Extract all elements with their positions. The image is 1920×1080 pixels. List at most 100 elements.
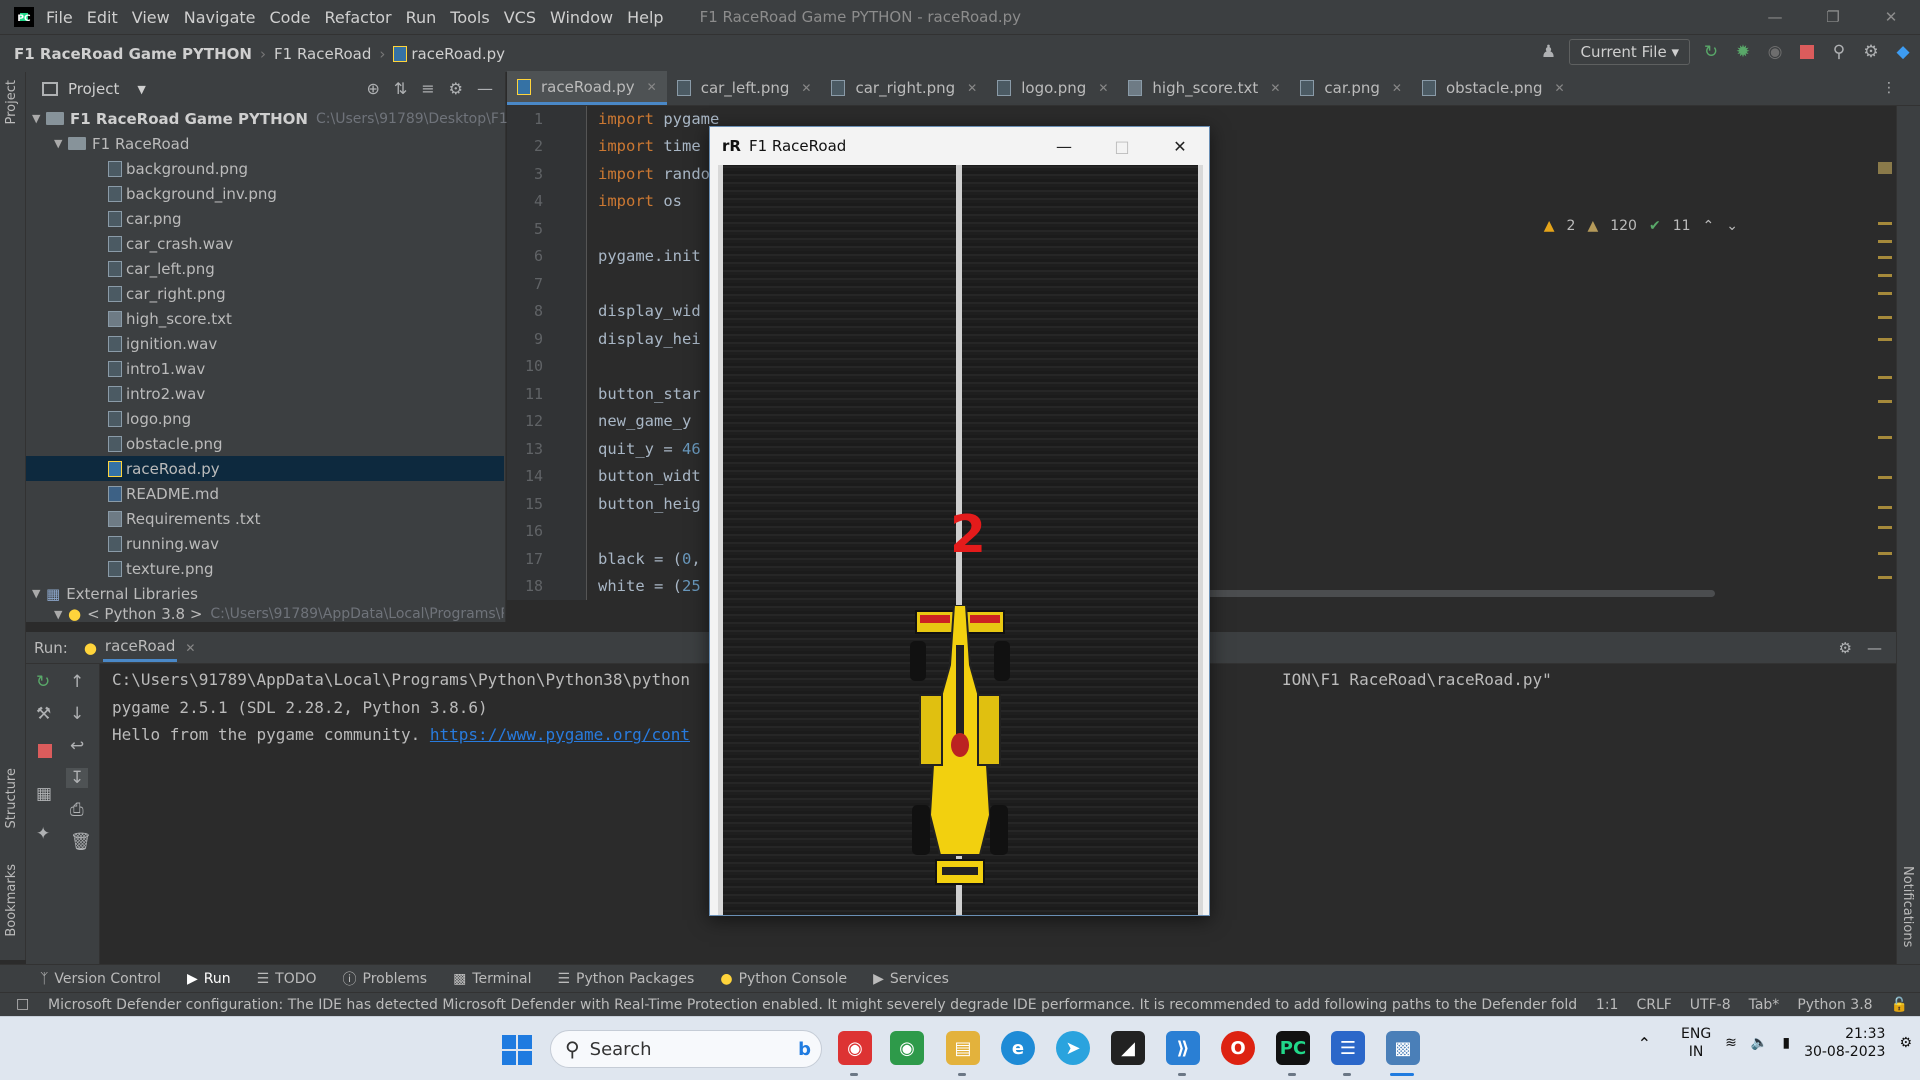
stripe-marker[interactable] [1878,316,1892,319]
close-icon[interactable]: ✕ [1862,0,1920,34]
tab-car[interactable]: car.png ✕ [1290,71,1412,105]
debug-icon[interactable]: ✹ [1732,41,1754,63]
toggle-tool-windows-icon[interactable]: □ [16,996,29,1012]
chevron-up-icon[interactable]: ⌃ [1703,218,1715,234]
tree-file[interactable]: texture.png [26,556,504,581]
edge-icon[interactable]: e [1001,1031,1035,1065]
run-config-select[interactable]: Current File ▾ [1569,39,1690,65]
stripe-marker[interactable] [1878,162,1892,174]
wifi-icon[interactable]: ≋ [1725,1035,1737,1051]
stripe-marker[interactable] [1878,400,1892,403]
tree-file[interactable]: car_crash.wav [26,231,504,256]
tree-file[interactable]: intro1.wav [26,356,504,381]
pycharm-logo-icon[interactable]: PC [14,7,34,27]
tree-python-sdk[interactable]: ▼ ● < Python 3.8 > C:\Users\91789\AppData… [26,606,504,622]
tree-file[interactable]: logo.png [26,406,504,431]
sticky-notes-icon[interactable]: ◢ [1111,1031,1145,1065]
pin-icon[interactable]: ✦ [36,824,50,844]
stripe-marker[interactable] [1878,256,1892,259]
breadcrumb-project[interactable]: F1 RaceRoad Game PYTHON [14,45,252,63]
menu-file[interactable]: File [46,8,73,27]
menu-help[interactable]: Help [627,8,663,27]
tab-logo[interactable]: logo.png ✕ [987,71,1118,105]
close-icon[interactable]: ✕ [967,81,977,95]
tree-root[interactable]: ▼ F1 RaceRoad Game PYTHON C:\Users\91789… [26,106,547,131]
jetbrains-ai-icon[interactable]: ◆ [1892,41,1914,63]
user-icon[interactable]: ♟ [1537,41,1559,63]
scroll-to-end-icon[interactable]: ↧ [66,768,89,788]
stripe-marker[interactable] [1878,376,1892,379]
project-view-select[interactable]: Project [68,80,119,98]
close-icon[interactable]: ✕ [1098,81,1108,95]
menu-window[interactable]: Window [550,8,613,27]
stop-icon[interactable] [1796,41,1818,63]
search-icon[interactable]: ⚲ [1828,41,1850,63]
error-stripe[interactable] [1874,106,1896,600]
tree-folder[interactable]: ▼ F1 RaceRoad [26,131,504,156]
arrow-down-icon[interactable]: ↓ [70,704,84,724]
stripe-marker[interactable] [1878,222,1892,225]
expand-all-icon[interactable]: ⇅ [394,79,407,98]
menu-edit[interactable]: Edit [87,8,118,27]
stripe-marker[interactable] [1878,338,1892,341]
tree-file[interactable]: obstacle.png [26,431,504,456]
collapse-all-icon[interactable]: ≡ [421,79,434,98]
close-icon[interactable]: ✕ [185,641,195,655]
hide-icon[interactable]: — [477,79,493,98]
tree-external-libraries[interactable]: ▼ ▦ External Libraries [26,581,504,606]
stripe-marker[interactable] [1878,552,1892,555]
arrow-up-icon[interactable]: ↑ [70,672,84,692]
tab-obstacle[interactable]: obstacle.png ✕ [1412,71,1575,105]
bookmarks-tool-tab[interactable]: Bookmarks [4,864,19,937]
chevron-down-icon[interactable]: ▼ [54,137,68,150]
tab-raceroad-py[interactable]: raceRoad.py ✕ [507,71,667,105]
tab-python-console[interactable]: ● Python Console [720,971,847,987]
chevron-down-icon[interactable]: ⌄ [1726,218,1738,234]
stripe-marker[interactable] [1878,526,1892,529]
game-window[interactable]: rR F1 RaceRoad — □ ✕ 2 [709,126,1210,916]
gear-icon[interactable]: ⚙ [1839,639,1852,657]
opera-icon[interactable]: O [1221,1031,1255,1065]
chrome-icon[interactable]: ◉ [838,1031,872,1065]
breadcrumb-file[interactable]: raceRoad.py [411,45,505,63]
menu-tools[interactable]: Tools [450,8,489,27]
stripe-marker[interactable] [1878,576,1892,579]
gear-icon[interactable]: ⚙ [449,79,463,98]
tab-python-packages[interactable]: ☰ Python Packages [557,971,694,987]
trash-icon[interactable]: 🗑 [70,832,92,852]
tab-high-score[interactable]: high_score.txt ✕ [1118,71,1290,105]
tab-run[interactable]: ▶ Run [187,971,231,987]
vscode-icon[interactable]: ⟫ [1166,1031,1200,1065]
chrome-profile-icon[interactable]: ◉ [890,1031,924,1065]
tree-file[interactable]: background.png [26,156,504,181]
telegram-icon[interactable]: ➤ [1056,1031,1090,1065]
bing-icon[interactable]: b [798,1039,811,1060]
indent-setting[interactable]: Tab* [1749,997,1780,1013]
close-icon[interactable]: ✕ [647,80,657,94]
line-separator[interactable]: CRLF [1636,997,1671,1013]
soft-wrap-icon[interactable]: ↩ [70,736,84,756]
chevron-down-icon[interactable]: ▼ [137,83,145,96]
close-icon[interactable]: ✕ [801,81,811,95]
stripe-marker[interactable] [1878,274,1892,277]
file-encoding[interactable]: UTF-8 [1690,997,1731,1013]
stripe-marker[interactable] [1878,436,1892,439]
menu-refactor[interactable]: Refactor [324,8,391,27]
menu-code[interactable]: Code [270,8,311,27]
stripe-marker[interactable] [1878,506,1892,509]
tree-file[interactable]: car_right.png [26,281,504,306]
status-message[interactable]: Microsoft Defender configuration: The ID… [48,997,1578,1013]
profile-icon[interactable]: ◉ [1764,41,1786,63]
tab-car-left[interactable]: car_left.png ✕ [667,71,822,105]
tab-version-control[interactable]: ᛉ Version Control [40,971,161,987]
windows-start-icon[interactable] [502,1035,532,1065]
project-tool-tab[interactable]: Project [4,80,19,124]
rerun-icon[interactable]: ↻ [1700,41,1722,63]
tree-file[interactable]: running.wav [26,531,504,556]
notifications-tool-tab[interactable]: Notifications [1900,866,1915,947]
caret-position[interactable]: 1:1 [1596,997,1619,1013]
pycharm-icon[interactable]: PC [1276,1031,1310,1065]
structure-tool-tab[interactable]: Structure [4,768,19,828]
tree-file[interactable]: high_score.txt [26,306,504,331]
horizontal-scrollbar[interactable] [1160,590,1715,597]
